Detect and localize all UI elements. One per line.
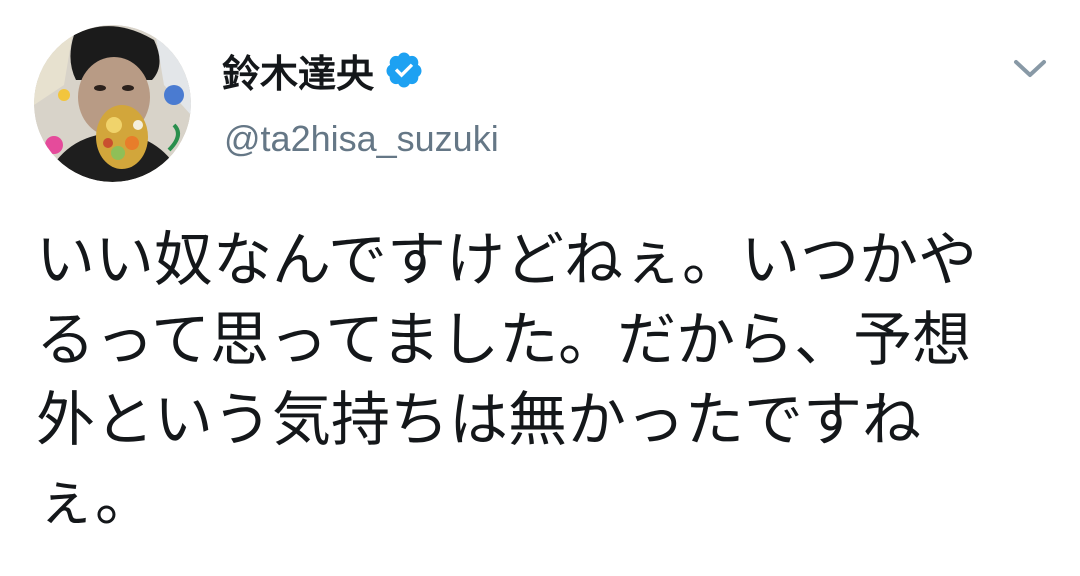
tweet-text-line: ぇ。 (36, 465, 155, 534)
chevron-down-icon[interactable] (1008, 50, 1052, 86)
user-handle[interactable]: @ta2hisa_suzuki (224, 118, 499, 160)
tweet-card: 鈴木達央 @ta2hisa_suzuki いい奴なんですけどねぇ。いつかや るっ… (0, 0, 1080, 576)
verified-badge-icon (384, 50, 424, 90)
tweet-text: いい奴なんですけどねぇ。いつかや るって思ってました。だから、予想 外という気持… (36, 220, 1046, 540)
tweet-text-line: るって思ってました。だから、予想 (36, 305, 972, 374)
profile-avatar[interactable] (34, 25, 191, 182)
tweet-text-line: 外という気持ちは無かったですね (36, 385, 922, 454)
display-name[interactable]: 鈴木達央 (222, 43, 374, 98)
tweet-text-line: いい奴なんですけどねぇ。いつかや (36, 225, 978, 294)
author-name-row: 鈴木達央 (222, 40, 424, 100)
avatar-image (34, 25, 191, 182)
